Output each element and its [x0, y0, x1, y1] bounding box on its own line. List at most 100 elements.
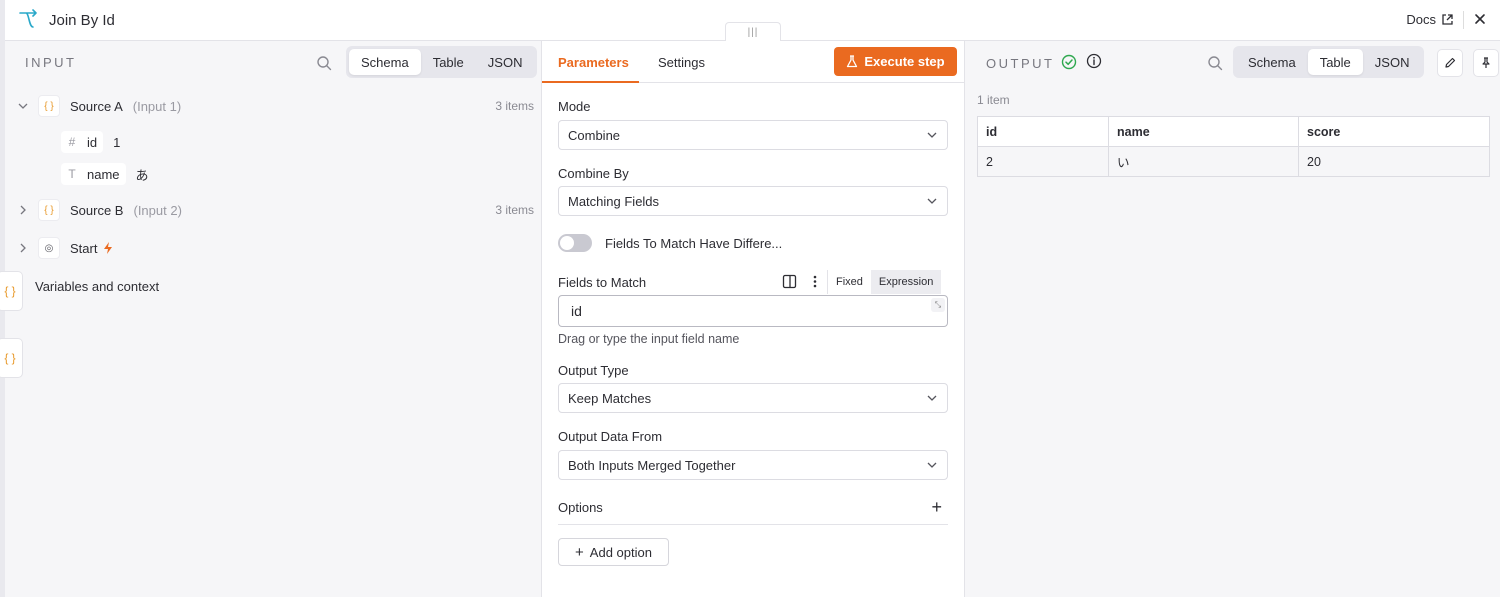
pin-icon: [1482, 57, 1490, 68]
fields-differ-label: Fields To Match Have Differe...: [605, 236, 783, 251]
fixed-option[interactable]: Fixed: [828, 270, 871, 294]
output-data-from-select[interactable]: Both Inputs Merged Together: [558, 450, 948, 480]
search-icon[interactable]: [1207, 55, 1223, 71]
variables-label: Variables and context: [35, 279, 160, 294]
output-view-switcher: Schema Table JSON: [1233, 46, 1425, 78]
node-details-window: Join By Id Docs ||| INPUT Schema Table J…: [0, 0, 1500, 597]
search-icon[interactable]: [316, 55, 332, 71]
pin-output-button[interactable]: [1473, 49, 1499, 77]
add-option-label: Add option: [589, 544, 652, 560]
lightning-icon: [104, 242, 113, 254]
source-b-name: Source B: [70, 202, 124, 218]
flask-icon: [847, 55, 858, 68]
table-cell[interactable]: 2: [977, 146, 1109, 177]
parameters-tabs: Parameters Settings Execute step: [542, 41, 965, 83]
input-panel-label: INPUT: [25, 55, 77, 70]
column-header-name[interactable]: name: [1108, 116, 1299, 147]
text-type-icon: T: [68, 167, 76, 181]
active-tab-underline: [542, 81, 639, 83]
tab-settings[interactable]: Settings: [658, 55, 705, 70]
field-pill-name[interactable]: T name: [61, 163, 126, 185]
plus-icon[interactable]: +: [931, 497, 942, 518]
input-view-switcher: Schema Table JSON: [346, 46, 538, 78]
fields-differ-toggle[interactable]: [558, 234, 592, 252]
output-tab-table[interactable]: Table: [1307, 49, 1363, 75]
output-table: id name score 2 い 20: [977, 116, 1490, 177]
info-icon[interactable]: [1086, 53, 1102, 69]
combine-by-value: Matching Fields: [568, 193, 660, 209]
expand-editor-icon[interactable]: ⤡: [931, 298, 945, 312]
merge-node-icon: [19, 9, 37, 28]
pointer-click-icon: ◎: [38, 237, 60, 259]
tree-item-start[interactable]: ◎ Start: [18, 237, 113, 259]
output-tab-schema[interactable]: Schema: [1236, 49, 1308, 75]
options-label: Options: [558, 500, 603, 515]
fields-to-match-label: Fields to Match: [558, 275, 647, 290]
chevron-right-icon[interactable]: [18, 243, 28, 253]
fields-to-match-input[interactable]: id ⤡: [558, 295, 948, 327]
more-options-icon[interactable]: [812, 274, 818, 289]
output-data-from-value: Both Inputs Merged Together: [568, 457, 736, 473]
chevron-down-icon: [927, 462, 937, 468]
chevron-down-icon: [927, 395, 937, 401]
node-title[interactable]: Join By Id: [49, 12, 115, 29]
tab-parameters[interactable]: Parameters: [558, 55, 629, 70]
output-type-value: Keep Matches: [568, 390, 652, 406]
table-row: 2 い 20: [977, 146, 1490, 177]
docs-label: Docs: [1406, 12, 1436, 27]
fields-to-match-value: id: [571, 303, 582, 319]
tree-field-id[interactable]: # id 1: [61, 131, 120, 153]
input-tab-json[interactable]: JSON: [476, 49, 535, 75]
combine-by-select[interactable]: Matching Fields: [558, 186, 948, 216]
fixed-expression-toggle: Fixed Expression: [827, 270, 942, 294]
column-header-id[interactable]: id: [977, 116, 1109, 147]
field-pill-id[interactable]: # id: [61, 131, 104, 153]
table-cell[interactable]: い: [1108, 146, 1299, 177]
add-option-button[interactable]: + Add option: [558, 538, 669, 566]
tree-field-name[interactable]: T name あ: [61, 163, 149, 185]
tree-item-source-b[interactable]: { } Source B (Input 2) 3 items: [18, 199, 538, 221]
execute-step-label: Execute step: [864, 54, 945, 69]
chevron-down-icon[interactable]: [18, 101, 28, 111]
source-a-sub: (Input 1): [132, 98, 182, 114]
field-name-id: id: [87, 134, 98, 150]
source-b-count: 3 items: [495, 203, 534, 217]
options-section: Options +: [558, 497, 948, 525]
parameters-panel: Parameters Settings Execute step Mode Co…: [542, 41, 965, 597]
mode-value: Combine: [568, 127, 621, 143]
title-separator: [1463, 11, 1464, 29]
execute-step-button[interactable]: Execute step: [834, 47, 957, 76]
edit-output-button[interactable]: [1437, 49, 1463, 77]
output-type-label: Output Type: [558, 363, 629, 378]
chevron-down-icon: [927, 198, 937, 204]
field-value-name: あ: [135, 167, 149, 183]
pencil-icon: [1445, 57, 1456, 68]
input-tab-table[interactable]: Table: [421, 49, 476, 75]
table-cell[interactable]: 20: [1298, 146, 1490, 177]
field-name-name: name: [87, 166, 120, 182]
tree-item-source-a[interactable]: { } Source A (Input 1) 3 items: [18, 95, 538, 117]
panel-drag-handle[interactable]: |||: [725, 22, 781, 42]
tree-item-variables[interactable]: Variables and context: [35, 279, 159, 294]
expression-option[interactable]: Expression: [870, 270, 942, 294]
external-link-icon: [1442, 14, 1453, 25]
side-node-icon-2[interactable]: { }: [0, 338, 23, 378]
mode-select[interactable]: Combine: [558, 120, 948, 150]
chevron-right-icon[interactable]: [18, 205, 28, 215]
source-b-sub: (Input 2): [133, 202, 182, 218]
input-tab-schema[interactable]: Schema: [349, 49, 421, 75]
combine-by-label: Combine By: [558, 166, 629, 181]
number-type-icon: #: [68, 135, 76, 149]
output-type-select[interactable]: Keep Matches: [558, 383, 948, 413]
field-value-id: 1: [113, 134, 121, 150]
docs-link[interactable]: Docs: [1406, 12, 1454, 27]
object-type-icon: { }: [38, 95, 60, 117]
side-node-icon-1[interactable]: { }: [0, 271, 23, 311]
close-icon[interactable]: [1472, 11, 1488, 27]
output-panel-label: OUTPUT: [986, 56, 1055, 71]
mode-label: Mode: [558, 99, 591, 114]
output-tab-json[interactable]: JSON: [1363, 49, 1422, 75]
column-header-score[interactable]: score: [1298, 116, 1490, 147]
table-header-row: id name score: [977, 116, 1490, 147]
side-panel-icon[interactable]: [782, 274, 797, 289]
